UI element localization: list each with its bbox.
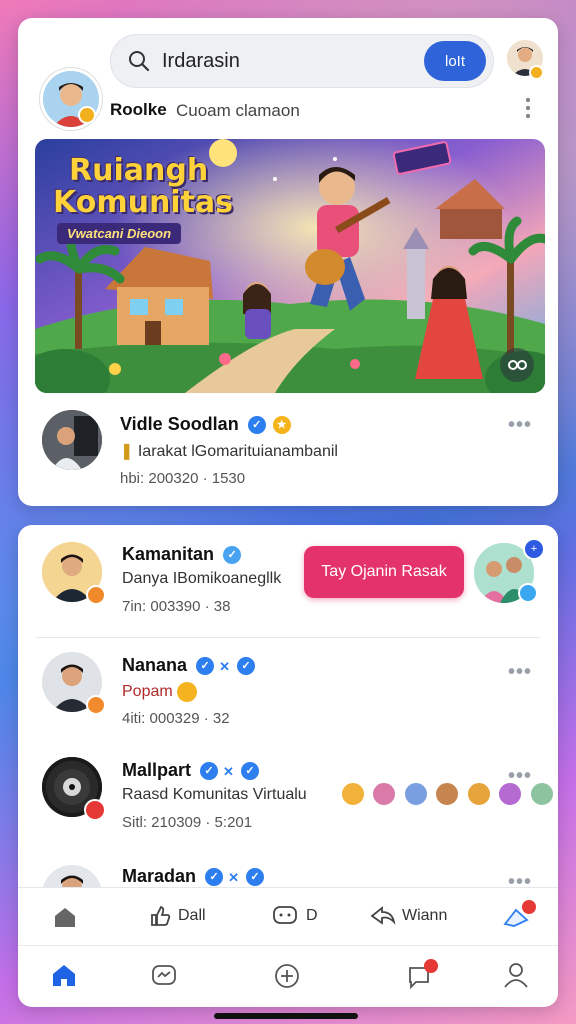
banner-title-line1: Ruiangh: [69, 153, 209, 188]
emoji-icon: [177, 682, 198, 702]
link-icon: ✕: [223, 764, 234, 779]
nav-profile[interactable]: [502, 961, 530, 994]
post-author-avatar[interactable]: [42, 410, 102, 470]
member-name-row: Kamanitan ✓: [122, 544, 242, 565]
mini-avatar: [435, 782, 460, 806]
status-badge: [78, 106, 96, 124]
nav-create[interactable]: [273, 962, 301, 995]
home-icon: [53, 965, 75, 986]
more-icon[interactable]: •••: [508, 414, 532, 437]
mini-avatar: [403, 782, 428, 806]
verified-icon: ✓: [200, 762, 219, 781]
featured-card: Irdarasin loIt Roolke Cuoam clamaon Ruia…: [18, 18, 558, 506]
notification-badge: [522, 900, 536, 914]
member-name: Mallpart: [122, 760, 192, 780]
join-button[interactable]: Tay Ojanin Rasak: [304, 546, 464, 598]
verified-icon: ✓: [205, 868, 224, 887]
member-meta: 4iti: 000329 · 32: [122, 710, 230, 727]
member-text-row: Popam: [122, 682, 198, 702]
member-text: Danya IBomikoanegllk: [122, 570, 282, 587]
member-meta: 7in: 003390 · 38: [122, 598, 231, 615]
profile-subtitle: Cuoam clamaon: [176, 101, 300, 120]
link-icon: ✕: [228, 870, 239, 885]
create-icon: [275, 964, 299, 988]
nav-home[interactable]: [50, 962, 78, 993]
member-text: Raasd Komunitas Virtualu: [122, 786, 307, 803]
members-card: Kamanitan ✓ Danya IBomikoanegllk 7in: 00…: [18, 525, 558, 1007]
link-icon: ✕: [219, 659, 230, 674]
notification-button[interactable]: [502, 900, 536, 933]
divider: [36, 637, 540, 638]
more-icon[interactable]: [523, 96, 533, 125]
search-submit-button[interactable]: loIt: [424, 41, 486, 81]
member-name-row: Nanana ✓ ✕ ✓: [122, 655, 255, 676]
verified-icon: ✓: [240, 762, 259, 781]
verified-icon: ✓: [247, 416, 266, 435]
more-icon[interactable]: •••: [508, 661, 532, 684]
status-badge: [86, 585, 106, 605]
home-indicator: [214, 1013, 358, 1019]
star-icon: ★: [272, 416, 291, 435]
member-text: Popam: [122, 683, 173, 701]
status-badge: [86, 695, 106, 715]
member-name-row: Mallpart ✓ ✕ ✓: [122, 760, 259, 781]
comment-button[interactable]: D: [272, 904, 318, 928]
post-meta: hbi: 200320 · 1530: [120, 470, 246, 487]
mini-avatar: [341, 782, 365, 806]
post-description-row: ❚ Iarakat lGomarituianambanil: [120, 441, 338, 461]
verified-icon: ✓: [196, 657, 215, 676]
action-bar: Dall D Wiann: [18, 887, 558, 946]
more-icon[interactable]: •••: [508, 765, 532, 788]
nav-chat[interactable]: [406, 959, 438, 994]
banner-tagline: Vwatcani Dieoon: [57, 223, 182, 244]
post-author-name: Vidle Soodlan: [120, 414, 239, 434]
comment-icon: [273, 906, 297, 924]
like-label: Dall: [178, 907, 206, 924]
verified-icon: ✓: [245, 868, 264, 887]
nav-messenger[interactable]: [150, 963, 178, 994]
status-badge: [84, 799, 106, 821]
tag-icon: ❚: [120, 443, 134, 460]
search-icon: [129, 51, 150, 72]
member-meta: Sitl: 210309 · 5:201: [122, 814, 253, 831]
mini-avatar: [529, 782, 554, 806]
search-bar[interactable]: Irdarasin loIt: [110, 34, 494, 88]
like-icon: [151, 905, 171, 926]
post-author-row: Vidle Soodlan ✓ ★: [120, 414, 291, 435]
member-name-row: Maradan ✓ ✕ ✓: [122, 866, 264, 887]
person-icon: [42, 410, 102, 470]
member-name: Maradan: [122, 866, 197, 886]
member-name: Kamanitan: [122, 544, 215, 564]
community-banner[interactable]: Ruiangh Komunitas Vwatcani Dieoon: [35, 139, 545, 393]
add-badge-icon: +: [523, 538, 545, 560]
home-outline-icon[interactable]: [52, 905, 78, 934]
banner-title-line2: Komunitas: [53, 185, 234, 220]
status-badge: [529, 65, 544, 80]
verified-icon: ✓: [236, 657, 255, 676]
post-description: Iarakat lGomarituianambanil: [137, 443, 338, 460]
member-name: Nanana: [122, 655, 188, 675]
comment-label: D: [306, 907, 318, 924]
search-input[interactable]: Irdarasin: [162, 50, 240, 73]
profile-icon: [504, 963, 528, 988]
share-icon: [370, 906, 396, 925]
status-badge: [518, 583, 538, 603]
chat-badge: [424, 959, 438, 973]
verified-icon: ✓: [223, 546, 242, 565]
mini-avatar: [466, 782, 491, 806]
messenger-icon: [152, 965, 176, 985]
mini-avatar: [372, 782, 397, 806]
share-label: Wiann: [402, 907, 448, 924]
bottom-nav: [18, 945, 558, 1006]
like-button[interactable]: Dall: [148, 904, 206, 928]
share-button[interactable]: Wiann: [370, 904, 447, 928]
profile-name: Roolke: [110, 100, 167, 119]
